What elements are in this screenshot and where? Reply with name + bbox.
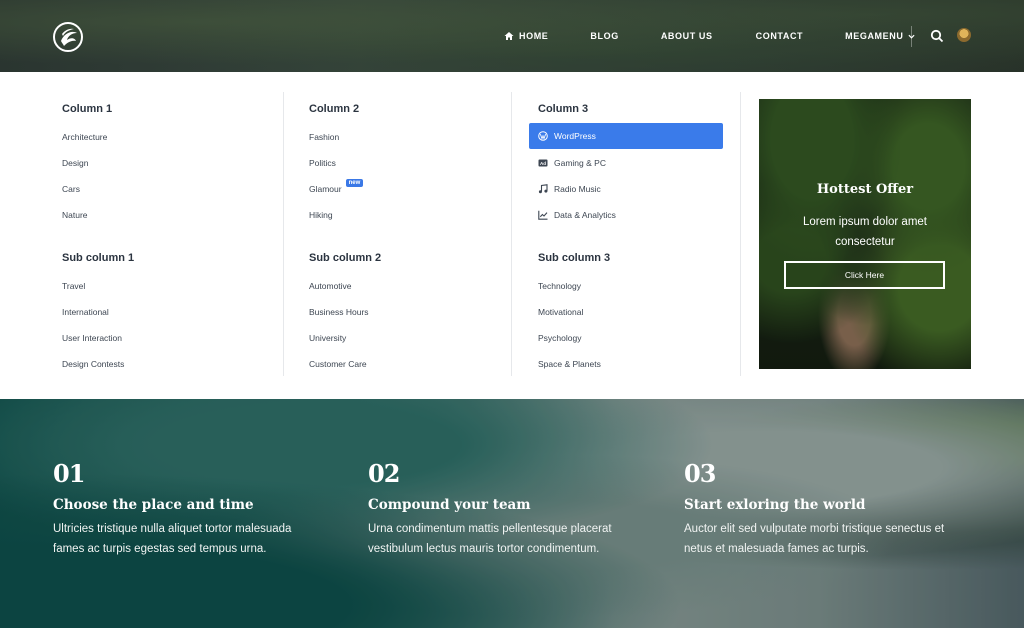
menu-link-radio-music[interactable]: Radio Music — [538, 184, 601, 194]
feature-text: Auctor elit sed vulputate morbi tristiqu… — [684, 523, 945, 555]
menu-link-gaming-label: Gaming & PC — [554, 158, 606, 168]
menu-link-user-interaction[interactable]: User Interaction — [62, 333, 122, 343]
menu-link-design[interactable]: Design — [62, 158, 88, 168]
home-icon — [504, 32, 514, 40]
mega-menu-panel: Column 1 Architecture Design Cars Nature… — [0, 72, 1024, 399]
svg-text:Ad: Ad — [540, 161, 546, 166]
avatar[interactable] — [957, 28, 971, 42]
menu-link-travel[interactable]: Travel — [62, 281, 85, 291]
nav-blog[interactable]: BLOG — [590, 31, 618, 41]
column-divider — [511, 92, 512, 376]
ad-icon: Ad — [538, 159, 548, 167]
menu-link-glamour-label: Glamour — [309, 184, 342, 194]
feature-number: 03 — [684, 459, 716, 488]
offer-title: Hottest Offer — [816, 182, 914, 197]
menu-link-technology[interactable]: Technology — [538, 281, 581, 291]
nav-megamenu[interactable]: MEGAMENU — [845, 31, 916, 41]
new-badge: new — [345, 179, 364, 187]
feature-number: 01 — [53, 459, 85, 488]
feature-number: 02 — [368, 459, 400, 488]
top-navbar: HOME BLOG ABOUT US CONTACT MEGAMENU — [0, 0, 1024, 72]
menu-link-data-analytics[interactable]: Data & Analytics — [538, 210, 616, 220]
wordpress-icon — [538, 131, 548, 141]
menu-link-cars[interactable]: Cars — [62, 184, 80, 194]
features-section: 01 Choose the place and time Ultricies t… — [0, 399, 1024, 628]
menu-link-space-planets[interactable]: Space & Planets — [538, 359, 601, 369]
feature-title: Choose the place and time — [53, 497, 254, 513]
menu-link-motivational[interactable]: Motivational — [538, 307, 583, 317]
nav-divider — [911, 26, 912, 47]
column-divider — [283, 92, 284, 376]
column-2-heading: Column 2 — [309, 103, 360, 115]
feature-text: Ultricies tristique nulla aliquet tortor… — [53, 523, 292, 555]
menu-link-psychology[interactable]: Psychology — [538, 333, 581, 343]
nav-megamenu-label: MEGAMENU — [845, 31, 904, 41]
menu-link-wordpress-label: WordPress — [554, 131, 596, 141]
menu-link-data-label: Data & Analytics — [554, 210, 616, 220]
menu-link-design-contests[interactable]: Design Contests — [62, 359, 124, 369]
sub-column-1-heading: Sub column 1 — [62, 252, 135, 264]
menu-link-radio-label: Radio Music — [554, 184, 601, 194]
menu-link-automotive[interactable]: Automotive — [309, 281, 352, 291]
menu-link-glamour[interactable]: Glamour new — [309, 179, 365, 194]
main-nav: HOME BLOG ABOUT US CONTACT MEGAMENU — [504, 0, 916, 72]
column-3-heading: Column 3 — [538, 103, 589, 115]
menu-link-fashion[interactable]: Fashion — [309, 132, 339, 142]
menu-link-university[interactable]: University — [309, 333, 346, 343]
nav-home-label: HOME — [519, 31, 549, 41]
nav-blog-label: BLOG — [590, 31, 619, 41]
feature-title: Start exloring the world — [684, 497, 866, 513]
feature-title: Compound your team — [368, 497, 531, 513]
hero-background — [0, 399, 1024, 628]
column-1-heading: Column 1 — [62, 103, 113, 115]
nav-about-label: ABOUT US — [660, 31, 713, 41]
nav-contact[interactable]: CONTACT — [756, 31, 804, 41]
sub-column-2-heading: Sub column 2 — [309, 252, 382, 264]
feature-text: Urna condimentum mattis pellentesque pla… — [368, 523, 612, 555]
search-icon[interactable] — [930, 29, 944, 43]
sub-column-3-heading: Sub column 3 — [538, 252, 611, 264]
menu-link-wordpress[interactable]: WordPress — [529, 123, 723, 149]
music-icon — [538, 184, 548, 194]
chart-icon — [538, 210, 548, 220]
offer-text: Lorem ipsum dolor amet consectetur — [803, 216, 927, 248]
menu-link-hiking[interactable]: Hiking — [309, 210, 333, 220]
menu-link-international[interactable]: International — [62, 307, 109, 317]
menu-link-nature[interactable]: Nature — [62, 210, 88, 220]
nav-about-us[interactable]: ABOUT US — [661, 31, 713, 41]
column-divider — [740, 92, 741, 376]
menu-link-customer-care[interactable]: Customer Care — [309, 359, 367, 369]
logo-icon[interactable] — [52, 21, 84, 53]
menu-link-politics[interactable]: Politics — [309, 158, 336, 168]
menu-link-gaming-pc[interactable]: Ad Gaming & PC — [538, 158, 606, 168]
offer-card: Hottest Offer Lorem ipsum dolor amet con… — [759, 99, 971, 369]
nav-contact-label: CONTACT — [755, 31, 804, 41]
menu-link-business-hours[interactable]: Business Hours — [309, 307, 369, 317]
menu-link-architecture[interactable]: Architecture — [62, 132, 107, 142]
click-here-button[interactable]: Click Here — [784, 261, 945, 289]
nav-home[interactable]: HOME — [504, 31, 548, 41]
